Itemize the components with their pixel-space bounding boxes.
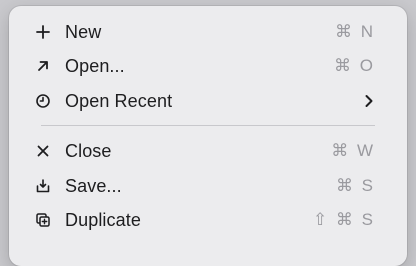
- arrow-up-right-icon: [35, 58, 51, 74]
- menu-item-close[interactable]: Close ⌘ W: [9, 134, 407, 168]
- menu-item-label: Duplicate: [65, 209, 141, 230]
- menu-item-shortcut: ⌘ W: [331, 141, 375, 160]
- menu-item-save[interactable]: Save... ⌘ S: [9, 169, 407, 203]
- menu-item-open[interactable]: Open... ⌘ O: [9, 49, 407, 83]
- close-x-icon: [35, 143, 51, 159]
- menu-item-shortcut: ⌘ S: [335, 176, 375, 195]
- menu-item-open-recent[interactable]: Open Recent: [9, 84, 407, 118]
- clock-icon: [35, 93, 51, 109]
- menu-item-label: Save...: [65, 175, 122, 196]
- plus-icon: [35, 24, 51, 40]
- menu-item-shortcut: ⌘ O: [334, 56, 375, 75]
- menu-item-label: Open Recent: [65, 90, 173, 111]
- duplicate-icon: [35, 212, 51, 228]
- save-icon: [35, 178, 51, 194]
- menu-item-label: New: [65, 21, 102, 42]
- menu-item-shortcut: ⇧ ⌘ S: [312, 210, 375, 229]
- file-menu: New ⌘ N Open... ⌘ O Open Recent Close ⌘ …: [9, 6, 407, 266]
- menu-item-new[interactable]: New ⌘ N: [9, 15, 407, 49]
- menu-separator: [41, 125, 375, 126]
- menu-item-duplicate[interactable]: Duplicate ⇧ ⌘ S: [9, 203, 407, 237]
- chevron-right-icon: [365, 95, 373, 107]
- menu-item-label: Open...: [65, 55, 125, 76]
- menu-item-shortcut: ⌘ N: [335, 22, 375, 41]
- menu-item-label: Close: [65, 140, 112, 161]
